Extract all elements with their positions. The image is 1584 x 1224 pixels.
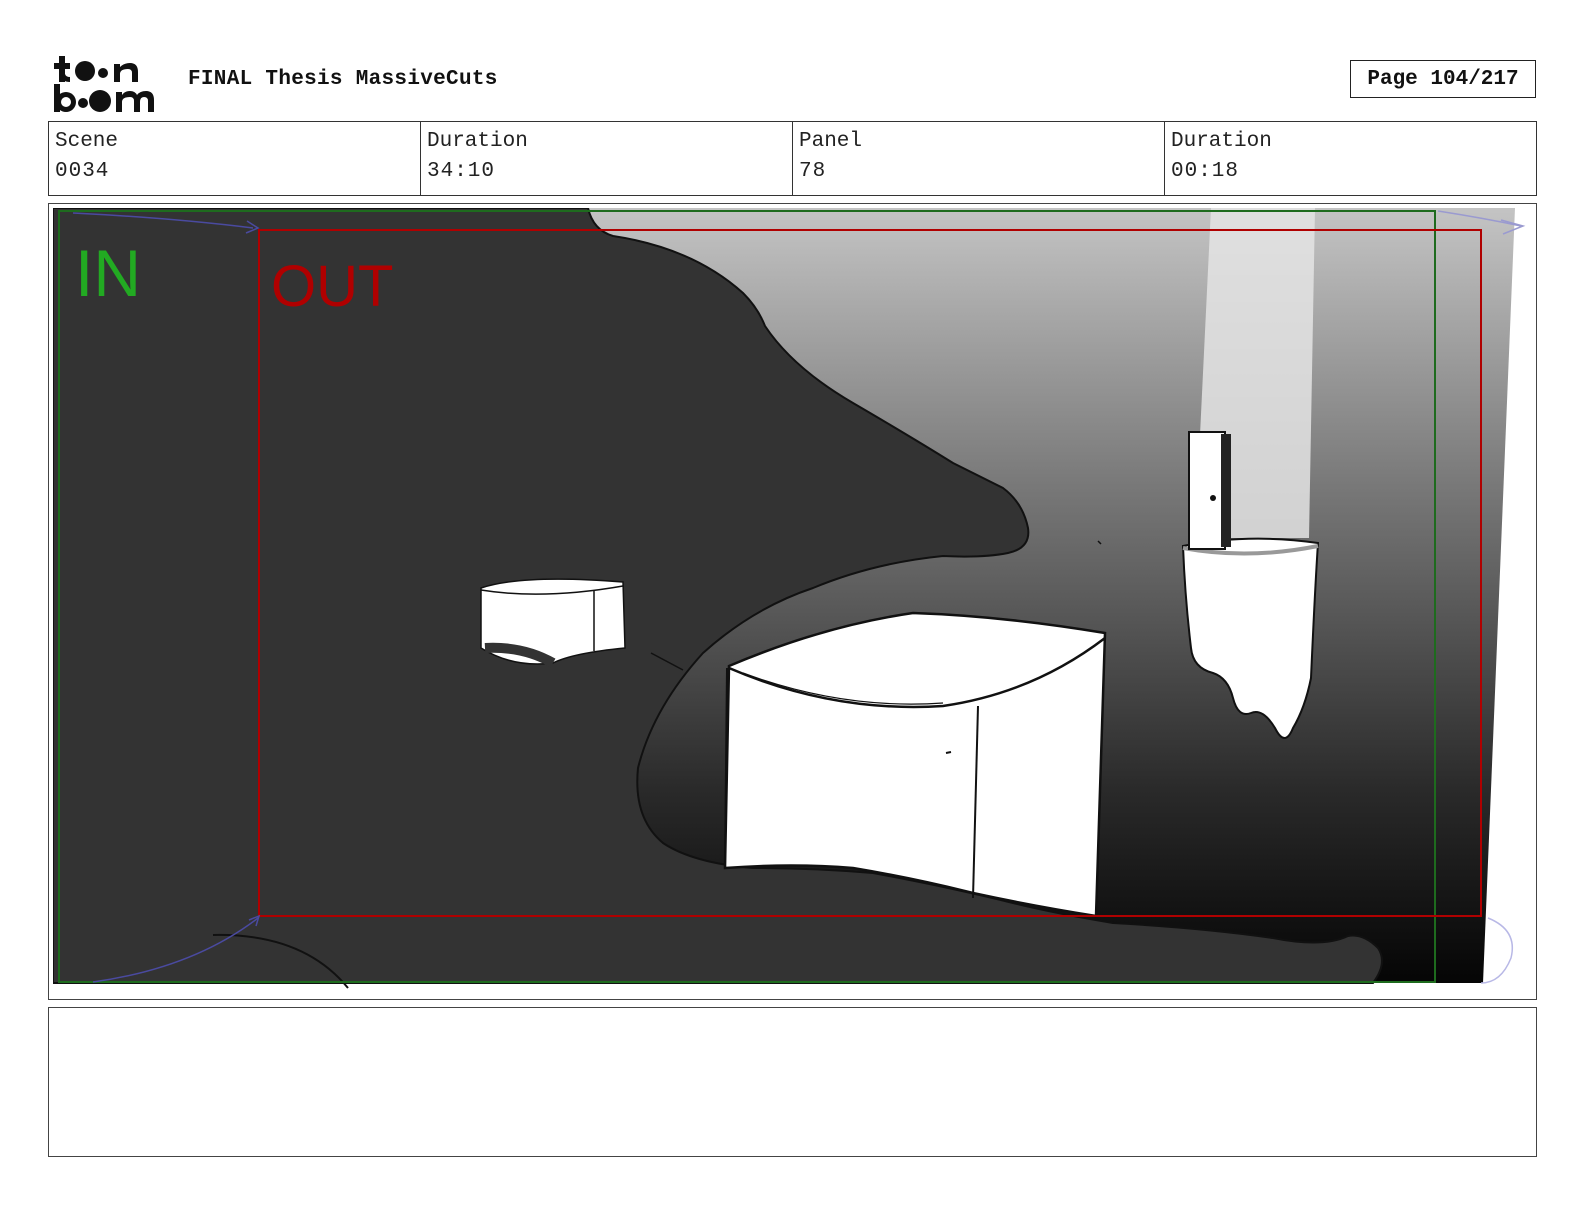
page-indicator: Page 104/217 bbox=[1350, 60, 1536, 98]
scene-duration-value: 34:10 bbox=[427, 160, 496, 183]
panel-notes-box[interactable] bbox=[48, 1007, 1537, 1157]
in-label: IN bbox=[75, 236, 141, 310]
scene-duration-cell: Duration 34:10 bbox=[421, 122, 793, 195]
panel-label: Panel bbox=[799, 130, 863, 153]
scene-label: Scene bbox=[55, 130, 119, 153]
door-knob-icon bbox=[1210, 495, 1216, 501]
scene-duration-label: Duration bbox=[427, 130, 528, 153]
out-label: OUT bbox=[271, 254, 393, 319]
toonboom-logo-icon: toon boom bbox=[54, 56, 154, 112]
panel-value: 78 bbox=[799, 160, 827, 183]
storyboard-panel: IN OUT bbox=[48, 203, 1537, 1000]
scene-info-table: Scene 0034 Duration 34:10 Panel 78 Durat… bbox=[48, 121, 1537, 196]
door-frame bbox=[1221, 434, 1231, 547]
panel-duration-cell: Duration 00:18 bbox=[1165, 122, 1536, 195]
door bbox=[1188, 431, 1226, 550]
project-title: FINAL Thesis MassiveCuts bbox=[188, 68, 498, 91]
camera-arrow-bottom-right bbox=[1480, 917, 1513, 984]
big-cube-mark bbox=[945, 751, 952, 754]
panel-duration-value: 00:18 bbox=[1171, 160, 1240, 183]
panel-cell: Panel 78 bbox=[793, 122, 1165, 195]
panel-artwork: IN OUT bbox=[53, 208, 1526, 989]
scene-cell: Scene 0034 bbox=[49, 122, 421, 195]
scene-value: 0034 bbox=[55, 160, 110, 183]
panel-duration-label: Duration bbox=[1171, 130, 1272, 153]
page-header: toon boom FINAL Thesis MassiveCuts Page … bbox=[48, 48, 1536, 112]
